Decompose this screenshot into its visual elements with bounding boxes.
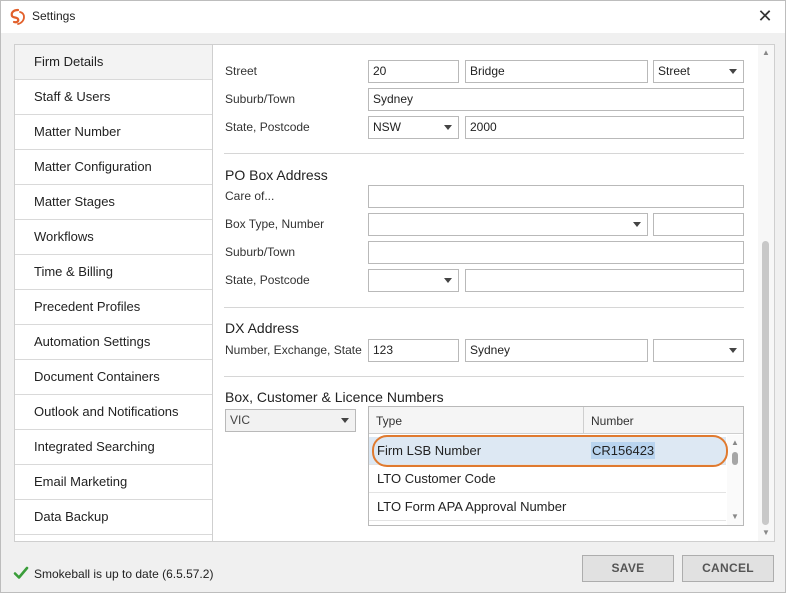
- column-header-type[interactable]: Type: [369, 407, 583, 434]
- title-bar: Settings ✕: [1, 1, 785, 33]
- licence-numbers-grid: Type Number Firm LSB Number CR156423 LTO…: [368, 406, 744, 526]
- po-state-select[interactable]: [368, 269, 459, 292]
- section-divider: [224, 376, 744, 377]
- section-divider: [224, 307, 744, 308]
- grid-scroll-thumb[interactable]: [732, 452, 738, 465]
- sidebar-item-firm-details[interactable]: Firm Details: [15, 45, 212, 80]
- street-type-value: Street: [658, 64, 691, 78]
- scroll-up-icon[interactable]: ▲: [758, 45, 774, 61]
- table-row[interactable]: Firm LSB Number CR156423: [369, 437, 726, 465]
- settings-window: Settings ✕ Firm Details Staff & Users Ma…: [0, 0, 786, 593]
- status-text: Smokeball is up to date (6.5.57.2): [34, 567, 214, 581]
- sidebar-item-workflows[interactable]: Workflows: [15, 220, 212, 255]
- row-number-cell[interactable]: CR156423: [583, 437, 656, 464]
- chevron-down-icon: [633, 222, 641, 227]
- postcode-input[interactable]: 2000: [465, 116, 744, 139]
- sidebar-item-matter-number[interactable]: Matter Number: [15, 115, 212, 150]
- grid-scrollbar[interactable]: ▲ ▼: [727, 435, 743, 525]
- licence-state-value: VIC: [230, 413, 251, 427]
- smokeball-logo-icon: [10, 8, 25, 25]
- street-type-select[interactable]: Street: [653, 60, 744, 83]
- state-value: NSW: [373, 120, 401, 134]
- cancel-button[interactable]: CANCEL: [682, 555, 774, 582]
- suburb-label: Suburb/Town: [225, 92, 296, 106]
- street-number-input[interactable]: 20: [368, 60, 459, 83]
- state-postcode-label: State, Postcode: [225, 120, 310, 134]
- sidebar-item-integrated-searching[interactable]: Integrated Searching: [15, 430, 212, 465]
- chevron-down-icon: [444, 278, 452, 283]
- sidebar-item-time-billing[interactable]: Time & Billing: [15, 255, 212, 290]
- form-scrollbar[interactable]: ▲ ▼: [758, 45, 774, 541]
- chevron-down-icon: [444, 125, 452, 130]
- state-select[interactable]: NSW: [368, 116, 459, 139]
- care-of-input[interactable]: [368, 185, 744, 208]
- po-suburb-input[interactable]: [368, 241, 744, 264]
- sidebar-item-staff-users[interactable]: Staff & Users: [15, 80, 212, 115]
- dx-state-select[interactable]: [653, 339, 744, 362]
- sidebar-item-automation-settings[interactable]: Automation Settings: [15, 325, 212, 360]
- dx-exchange-input[interactable]: Sydney: [465, 339, 648, 362]
- licence-title: Box, Customer & Licence Numbers: [225, 389, 444, 405]
- licence-state-select[interactable]: VIC: [225, 409, 356, 432]
- sidebar-item-data-backup[interactable]: Data Backup: [15, 500, 212, 535]
- close-icon[interactable]: ✕: [753, 5, 777, 29]
- grid-header: Type Number: [369, 407, 743, 434]
- form-scroll-thumb[interactable]: [762, 241, 769, 525]
- box-type-number-label: Box Type, Number: [225, 217, 325, 231]
- po-postcode-input[interactable]: [465, 269, 744, 292]
- table-row[interactable]: LTO Customer Code: [369, 465, 726, 493]
- sidebar-item-matter-configuration[interactable]: Matter Configuration: [15, 150, 212, 185]
- dx-label: Number, Exchange, State: [225, 343, 362, 357]
- settings-panel: Firm Details Staff & Users Matter Number…: [14, 44, 775, 542]
- scroll-down-icon[interactable]: ▼: [758, 525, 774, 541]
- chevron-down-icon: [729, 69, 737, 74]
- po-box-title: PO Box Address: [225, 167, 328, 183]
- street-label: Street: [225, 64, 258, 78]
- firm-details-form: Street 20 Bridge Street Suburb/Town Sydn…: [214, 45, 759, 541]
- care-of-label: Care of...: [225, 189, 275, 203]
- sidebar-item-email-marketing[interactable]: Email Marketing: [15, 465, 212, 500]
- sidebar-item-outlook-notifications[interactable]: Outlook and Notifications: [15, 395, 212, 430]
- row-type-cell: LTO Customer Code: [377, 471, 496, 486]
- dx-title: DX Address: [225, 320, 299, 336]
- settings-sidebar: Firm Details Staff & Users Matter Number…: [15, 45, 213, 541]
- box-number-input[interactable]: [653, 213, 744, 236]
- po-state-postcode-label: State, Postcode: [225, 273, 310, 287]
- column-header-number[interactable]: Number: [583, 407, 726, 434]
- sidebar-item-matter-stages[interactable]: Matter Stages: [15, 185, 212, 220]
- street-name-input[interactable]: Bridge: [465, 60, 648, 83]
- suburb-input[interactable]: Sydney: [368, 88, 744, 111]
- po-suburb-label: Suburb/Town: [225, 245, 296, 259]
- window-title: Settings: [32, 9, 76, 23]
- check-icon: [13, 566, 29, 579]
- row-type-cell: Firm LSB Number: [377, 443, 482, 458]
- sidebar-item-document-containers[interactable]: Document Containers: [15, 360, 212, 395]
- box-type-select[interactable]: [368, 213, 648, 236]
- chevron-down-icon: [729, 348, 737, 353]
- section-divider: [224, 153, 744, 154]
- sidebar-item-precedent-profiles[interactable]: Precedent Profiles: [15, 290, 212, 325]
- chevron-down-icon: [341, 418, 349, 423]
- selected-number-text: CR156423: [591, 442, 656, 459]
- save-button[interactable]: SAVE: [582, 555, 674, 582]
- dx-number-input[interactable]: 123: [368, 339, 459, 362]
- row-number-cell[interactable]: [583, 493, 591, 520]
- scroll-up-icon[interactable]: ▲: [727, 435, 743, 451]
- table-row[interactable]: LTO Form APA Approval Number: [369, 493, 726, 521]
- row-type-cell: LTO Form APA Approval Number: [377, 499, 567, 514]
- scroll-down-icon[interactable]: ▼: [727, 509, 743, 525]
- row-number-cell[interactable]: [583, 465, 591, 492]
